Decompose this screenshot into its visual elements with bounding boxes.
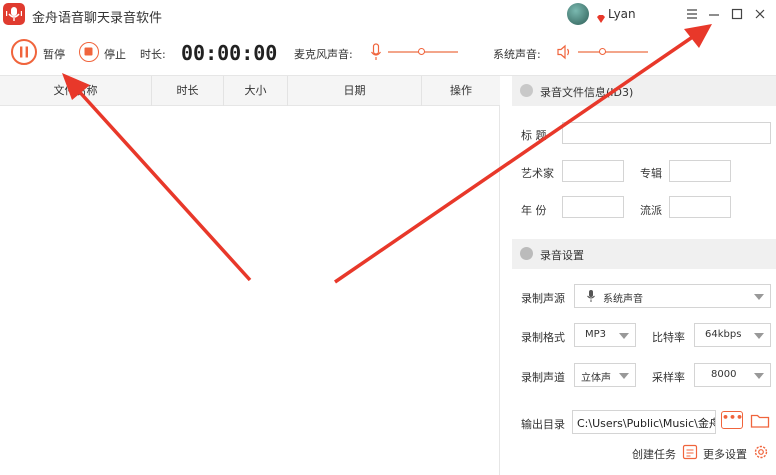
system-volume-slider[interactable] (578, 51, 648, 53)
browse-button[interactable]: ••• (721, 411, 743, 429)
more-settings-label[interactable]: 更多设置 (703, 446, 747, 462)
channel-label: 录制声道 (521, 371, 565, 384)
gear-icon (520, 247, 533, 260)
folder-icon[interactable] (750, 412, 770, 433)
create-task-label[interactable]: 创建任务 (632, 446, 676, 462)
settings-gear-icon[interactable] (753, 444, 769, 464)
source-label: 录制声源 (521, 292, 565, 305)
column-header-filename[interactable]: 文件名称 (0, 76, 152, 106)
file-list-header: 文件名称 时长 大小 日期 操作 (0, 76, 500, 106)
maximize-icon[interactable] (728, 5, 746, 23)
chevron-down-icon (754, 294, 764, 300)
chevron-down-icon (619, 373, 629, 379)
id3-year-label: 年 份 (521, 204, 547, 217)
username[interactable]: Lyan (608, 7, 636, 21)
microphone-icon[interactable] (370, 43, 382, 65)
channel-value: 立体声 (581, 373, 611, 384)
microphone-small-icon (587, 290, 595, 302)
column-header-action[interactable]: 操作 (422, 76, 500, 106)
output-dir-label: 输出目录 (521, 418, 565, 431)
stop-label[interactable]: 停止 (104, 46, 126, 62)
format-value: MP3 (585, 329, 607, 340)
stop-button[interactable] (79, 42, 99, 62)
id3-section-header: 录音文件信息(ID3) (512, 76, 776, 106)
column-header-size[interactable]: 大小 (224, 76, 288, 106)
vip-diamond-icon (596, 9, 606, 28)
chevron-down-icon (754, 333, 764, 339)
speaker-icon[interactable] (556, 43, 574, 65)
chevron-down-icon (754, 373, 764, 379)
samplerate-label: 采样率 (652, 371, 685, 384)
source-select[interactable]: 系统声音 (574, 284, 771, 308)
info-icon (520, 84, 533, 97)
chevron-down-icon (619, 333, 629, 339)
format-label: 录制格式 (521, 331, 565, 344)
id3-year-input[interactable] (562, 196, 624, 218)
record-settings-header: 录音设置 (512, 239, 776, 269)
minimize-icon[interactable] (705, 5, 723, 23)
app-logo-icon (3, 3, 25, 25)
recording-file-list: 文件名称 时长 大小 日期 操作 (0, 76, 500, 475)
duration-label: 时长: (140, 48, 166, 61)
pause-label[interactable]: 暂停 (43, 46, 65, 62)
duration-timer: 00:00:00 (181, 41, 278, 65)
id3-genre-input[interactable] (669, 196, 731, 218)
id3-album-label: 专辑 (640, 167, 662, 180)
create-task-icon[interactable] (682, 444, 698, 464)
mic-volume-label: 麦克风声音: (294, 48, 353, 61)
app-title: 金舟语音聊天录音软件 (32, 11, 163, 26)
channel-select[interactable]: 立体声 (574, 363, 636, 387)
pause-button[interactable] (11, 39, 37, 65)
source-value: 系统声音 (603, 294, 643, 305)
title-bar: 金舟语音聊天录音软件 Lyan (0, 0, 776, 30)
stop-icon (84, 47, 93, 56)
samplerate-select[interactable]: 8000 (694, 363, 771, 387)
column-header-duration[interactable]: 时长 (152, 76, 224, 106)
id3-genre-label: 流派 (640, 204, 662, 217)
record-settings-title: 录音设置 (540, 249, 584, 262)
toolbar: 暂停 停止 时长: 00:00:00 麦克风声音: 系统声音: (0, 30, 776, 76)
bitrate-label: 比特率 (652, 331, 685, 344)
id3-album-input[interactable] (669, 160, 731, 182)
id3-section-title: 录音文件信息(ID3) (540, 86, 634, 99)
bitrate-select[interactable]: 64kbps (694, 323, 771, 347)
settings-panel: 录音文件信息(ID3) 标 题 艺术家 专辑 年 份 流派 录音设置 录制声源 … (512, 76, 776, 475)
id3-title-input[interactable] (562, 122, 771, 144)
close-icon[interactable] (751, 5, 769, 23)
id3-artist-label: 艺术家 (521, 167, 554, 180)
system-volume-label: 系统声音: (493, 48, 541, 61)
bitrate-value: 64kbps (705, 329, 742, 340)
menu-icon[interactable] (683, 5, 701, 23)
column-header-date[interactable]: 日期 (288, 76, 422, 106)
format-select[interactable]: MP3 (574, 323, 636, 347)
system-volume-knob[interactable] (599, 48, 606, 55)
pause-icon (20, 46, 28, 58)
output-dir-input[interactable]: C:\Users\Public\Music\金舟 (572, 410, 716, 434)
samplerate-value: 8000 (711, 369, 737, 380)
id3-title-label: 标 题 (521, 129, 547, 142)
id3-artist-input[interactable] (562, 160, 624, 182)
user-avatar[interactable] (567, 3, 589, 25)
mic-volume-knob[interactable] (418, 48, 426, 55)
